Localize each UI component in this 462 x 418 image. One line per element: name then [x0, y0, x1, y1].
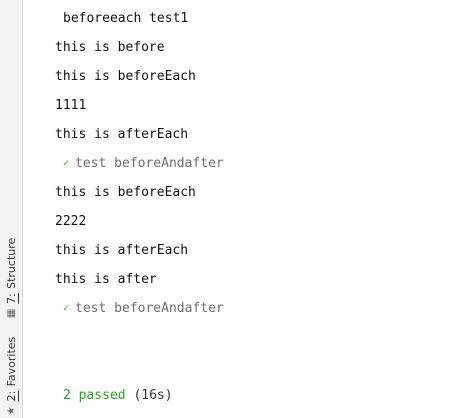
test-result-line: ✓ test beforeAndafter	[63, 156, 224, 173]
structure-tab-label: Structure	[4, 237, 18, 289]
console-line: this is afterEach	[55, 127, 189, 142]
star-icon: ★	[5, 405, 17, 417]
test-result-line: ✓ test beforeAndafter	[63, 301, 224, 318]
test-summary: 2 passed (16s)	[63, 388, 173, 404]
favorites-tab-label: Favorites	[4, 337, 18, 387]
console-line: this is beforeEach	[55, 69, 196, 84]
check-icon: ✓	[63, 303, 70, 314]
structure-tab[interactable]: ▦ 7: Structure	[0, 236, 22, 320]
console-line: 1111	[55, 98, 87, 113]
favorites-tab-number: 2:	[4, 390, 18, 402]
console-line: this is before	[55, 40, 165, 55]
structure-tab-number: 7:	[4, 292, 18, 304]
console-line: this is after	[55, 272, 157, 287]
console-line: this is beforeEach	[55, 185, 196, 200]
passed-count: 2 passed	[63, 388, 126, 403]
test-result-name: test beforeAndafter	[75, 156, 224, 171]
test-class-header: beforeeach test1	[63, 11, 189, 26]
check-icon: ✓	[63, 158, 70, 169]
run-console-window: ▦ 7: Structure ★ 2: Favorites beforeeach…	[0, 0, 462, 418]
console-line: this is afterEach	[55, 243, 189, 258]
structure-icon: ▦	[5, 307, 17, 319]
test-duration: (16s)	[133, 388, 173, 403]
console-output[interactable]: beforeeach test1 this is before this is …	[23, 0, 462, 418]
test-result-name: test beforeAndafter	[75, 301, 224, 316]
tool-window-stripe: ▦ 7: Structure ★ 2: Favorites	[0, 0, 23, 418]
console-line: 2222	[55, 214, 87, 229]
favorites-tab[interactable]: ★ 2: Favorites	[0, 336, 22, 418]
